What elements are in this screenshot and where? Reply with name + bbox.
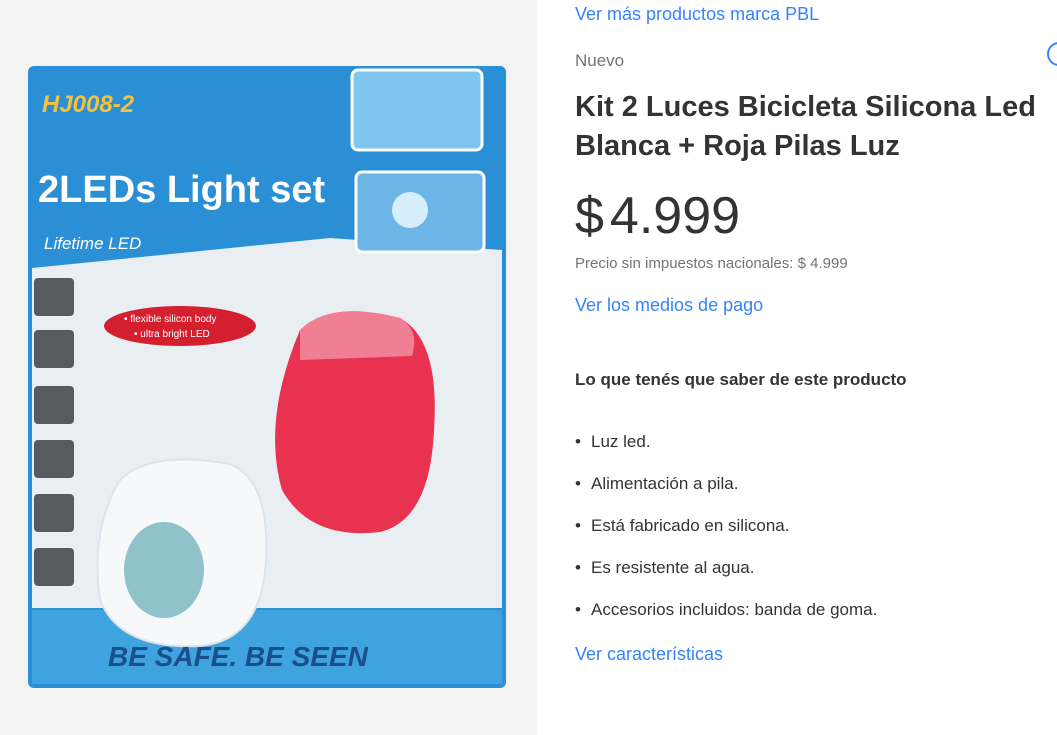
package-sub-text: Lifetime LED	[44, 234, 141, 253]
tax-note: Precio sin impuestos nacionales: $ 4.999	[575, 255, 848, 272]
payment-methods-link[interactable]: Ver los medios de pago	[575, 295, 763, 316]
specifications-link[interactable]: Ver características	[575, 644, 723, 665]
badge-line-2: • ultra bright LED	[134, 329, 210, 340]
highlight-item: Está fabricado en silicona.	[575, 505, 877, 547]
highlight-item: Luz led.	[575, 421, 877, 463]
highlights-list: Luz led. Alimentación a pila. Está fabri…	[575, 421, 877, 631]
favorite-heart-icon[interactable]	[1047, 42, 1057, 66]
package-slogan: BE SAFE. BE SEEN	[108, 641, 369, 672]
condition-label: Nuevo	[575, 51, 625, 70]
badge-line-1: • flexible silicon body	[124, 314, 216, 325]
highlight-item: Alimentación a pila.	[575, 463, 877, 505]
price-amount: 4.999	[609, 187, 741, 245]
white-light-button	[124, 522, 204, 618]
package-model-text: HJ008-2	[42, 91, 135, 118]
product-price: $4.999	[575, 184, 740, 248]
package-badge	[104, 306, 256, 346]
brand-products-link[interactable]: Ver más productos marca PBL	[575, 4, 819, 25]
highlights-title: Lo que tenés que saber de este producto	[575, 370, 907, 389]
product-image[interactable]: HJ008-2 2LEDs Light set Lifetime LED • f…	[0, 0, 537, 735]
highlight-item: Es resistente al agua.	[575, 547, 877, 589]
product-title: Kit 2 Luces Bicicleta Silicona Led Blanc…	[575, 91, 1036, 162]
product-info-panel: Ver más productos marca PBL Nuevo Kit 2 …	[575, 0, 1057, 735]
package-headline-text: 2LEDs Light set	[38, 169, 325, 211]
highlight-item: Accesorios incluidos: banda de goma.	[575, 589, 877, 631]
product-image-gallery[interactable]: HJ008-2 2LEDs Light set Lifetime LED • f…	[0, 0, 537, 735]
price-currency: $	[575, 187, 604, 245]
